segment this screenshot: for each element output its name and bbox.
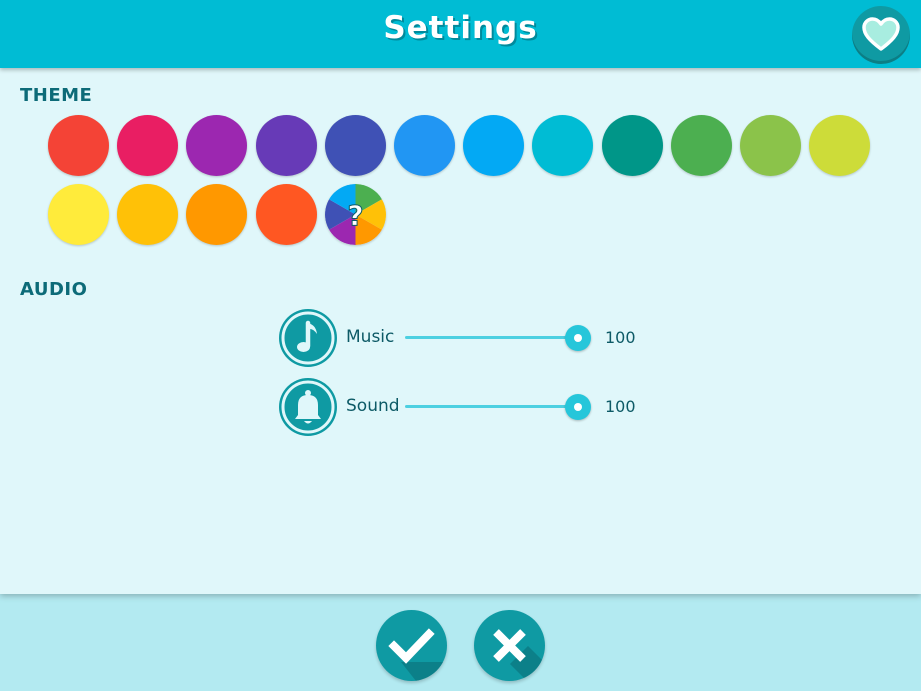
- theme-swatch-16[interactable]: [255, 184, 317, 245]
- music-note-icon: [281, 311, 335, 365]
- sound-volume-value: 100: [605, 397, 636, 416]
- sound-slider-thumb[interactable]: [565, 394, 591, 420]
- sound-toggle-button[interactable]: [279, 378, 337, 436]
- theme-swatch-5[interactable]: [324, 115, 386, 176]
- theme-swatch-15[interactable]: [186, 184, 248, 245]
- theme-swatch-11[interactable]: [740, 115, 801, 176]
- theme-swatch-14[interactable]: [117, 184, 179, 245]
- music-row: Music 100: [279, 309, 639, 367]
- page-title: Settings: [383, 10, 538, 46]
- theme-swatch-13[interactable]: [48, 184, 109, 245]
- music-label: Music: [346, 327, 395, 347]
- theme-swatch-1[interactable]: [48, 115, 109, 176]
- theme-swatch-random[interactable]: ?: [325, 184, 386, 245]
- heart-icon: [862, 17, 900, 51]
- theme-swatch-3[interactable]: [186, 115, 248, 176]
- theme-swatch-9[interactable]: [601, 115, 663, 176]
- music-slider-track[interactable]: [405, 336, 580, 339]
- theme-swatch-4[interactable]: [255, 115, 317, 176]
- theme-swatch-7[interactable]: [463, 115, 525, 176]
- random-theme-icon: ?: [325, 184, 386, 245]
- theme-swatch-10[interactable]: [670, 115, 732, 176]
- confirm-button[interactable]: [376, 610, 447, 681]
- favorite-button[interactable]: [852, 6, 910, 64]
- bell-icon: [281, 380, 335, 434]
- theme-swatch-6[interactable]: [394, 115, 455, 176]
- cancel-button[interactable]: [474, 610, 545, 681]
- random-theme-label: ?: [347, 199, 363, 232]
- audio-section-label: AUDIO: [20, 279, 88, 300]
- theme-swatch-2[interactable]: [117, 115, 179, 176]
- settings-panel: THEME ? AUDIO Music 100 Sound 100: [0, 68, 921, 594]
- sound-row: Sound 100: [279, 378, 639, 436]
- theme-swatch-12[interactable]: [809, 115, 871, 176]
- sound-slider-track[interactable]: [405, 405, 580, 408]
- music-slider-thumb[interactable]: [565, 325, 591, 351]
- header-bar: Settings: [0, 0, 921, 68]
- music-toggle-button[interactable]: [279, 309, 337, 367]
- theme-section-label: THEME: [20, 85, 93, 106]
- close-icon: [493, 629, 545, 681]
- theme-swatch-8[interactable]: [532, 115, 594, 176]
- check-icon: [388, 628, 447, 681]
- sound-label: Sound: [346, 396, 400, 416]
- music-volume-value: 100: [605, 328, 636, 347]
